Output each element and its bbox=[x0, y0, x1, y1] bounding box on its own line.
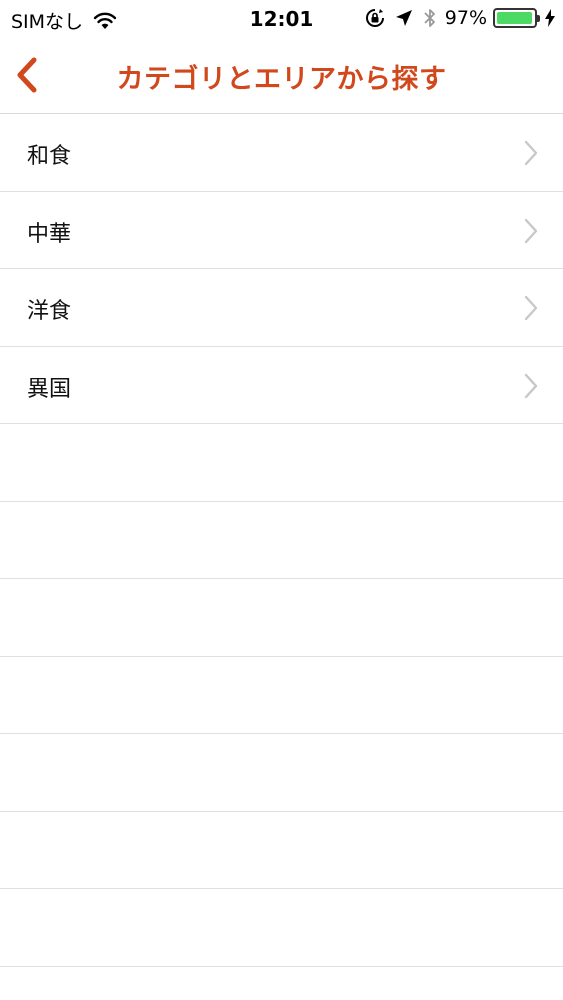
chevron-right-icon bbox=[524, 373, 538, 398]
empty-rows bbox=[0, 424, 563, 967]
chevron-right-icon bbox=[524, 218, 538, 243]
empty-row bbox=[0, 656, 563, 734]
list-item-washoku[interactable]: 和食 bbox=[0, 114, 563, 192]
location-arrow-icon bbox=[395, 10, 412, 26]
charging-bolt-icon bbox=[545, 9, 555, 27]
empty-row bbox=[0, 579, 563, 657]
list-item-label: 洋食 bbox=[27, 299, 72, 324]
list-item-yoshoku[interactable]: 洋食 bbox=[0, 269, 563, 347]
category-list: 和食 中華 洋食 異国 bbox=[0, 114, 563, 967]
chevron-right-icon bbox=[524, 295, 538, 321]
list-item-label: 異国 bbox=[27, 376, 72, 402]
page-title: カテゴリとエリアから探す bbox=[116, 64, 447, 95]
list-item-label: 中華 bbox=[27, 221, 72, 247]
status-bar: SIMなし 12:01 97% bbox=[0, 0, 563, 40]
list-item-chuka[interactable]: 中華 bbox=[0, 191, 563, 269]
list-item-label: 和食 bbox=[27, 144, 72, 169]
empty-row bbox=[0, 811, 563, 889]
navigation-bar: カテゴリとエリアから探す bbox=[0, 40, 563, 114]
battery-icon bbox=[493, 8, 540, 28]
empty-row bbox=[0, 501, 563, 579]
rotation-lock-icon bbox=[365, 9, 384, 27]
battery-fill bbox=[497, 12, 532, 24]
empty-row bbox=[0, 889, 563, 967]
status-right: 97% bbox=[365, 7, 555, 29]
bluetooth-icon bbox=[424, 9, 435, 27]
battery-percent: 97% bbox=[444, 7, 487, 29]
chevron-right-icon bbox=[524, 140, 538, 166]
list-item-ikoku[interactable]: 異国 bbox=[0, 346, 563, 424]
empty-row bbox=[0, 734, 563, 812]
empty-row bbox=[0, 424, 563, 502]
